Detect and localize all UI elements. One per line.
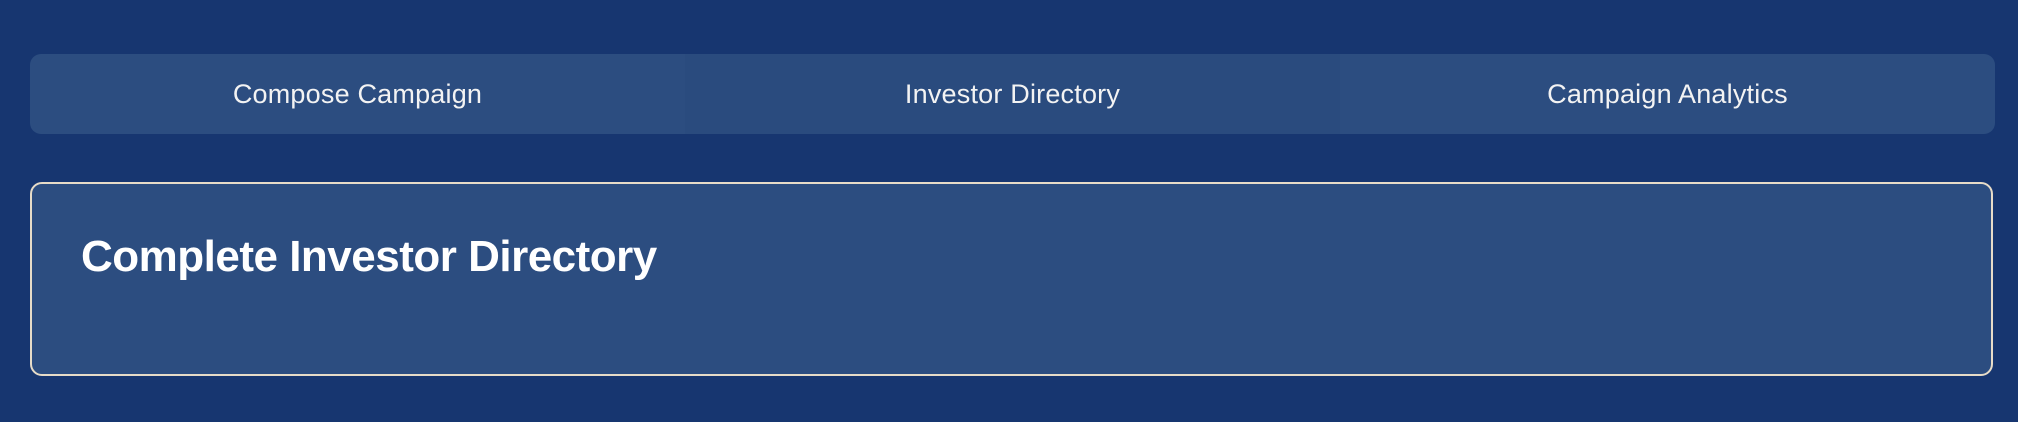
investor-directory-panel: Complete Investor Directory bbox=[30, 182, 1993, 376]
tab-label: Investor Directory bbox=[904, 78, 1121, 109]
tab-bar: Compose Campaign Investor Directory Camp… bbox=[30, 54, 1995, 134]
tab-label: Compose Campaign bbox=[232, 78, 483, 109]
tab-compose-campaign[interactable]: Compose Campaign bbox=[30, 54, 685, 134]
tab-campaign-analytics[interactable]: Campaign Analytics bbox=[1340, 54, 1995, 134]
tab-label: Campaign Analytics bbox=[1547, 78, 1788, 109]
tab-investor-directory[interactable]: Investor Directory bbox=[685, 54, 1340, 134]
page-title: Complete Investor Directory bbox=[81, 232, 657, 281]
